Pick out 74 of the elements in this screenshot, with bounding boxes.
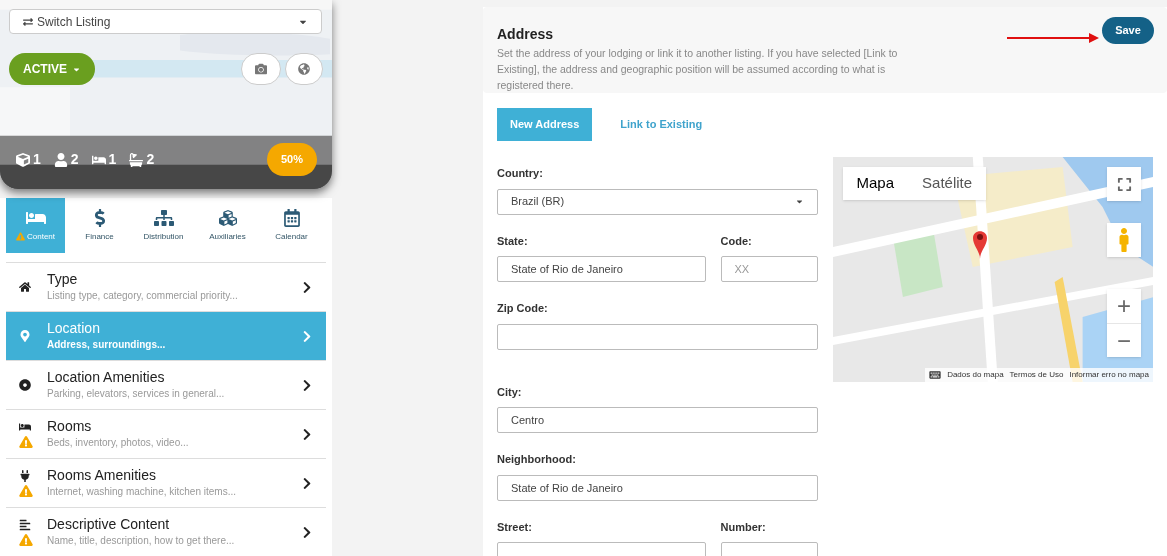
globe-icon [298, 63, 310, 75]
stat-count: 1 [33, 150, 41, 169]
chevron-icon [302, 427, 312, 441]
field-label: State: [497, 233, 529, 249]
field-label: Country: [497, 166, 544, 181]
keyboard-icon [929, 370, 942, 380]
plug-icon [19, 469, 31, 482]
home-icon [19, 281, 31, 293]
warning-icon [19, 435, 33, 448]
input-field[interactable]: State of Rio de Janeiro [497, 256, 706, 282]
menu-item-title: Type [47, 271, 79, 288]
caret-icon [794, 197, 804, 206]
field-label: Neighborhood: [497, 452, 577, 467]
arrow-icon [1007, 33, 1099, 43]
field-label: Street: [497, 519, 533, 535]
stat-count: 2 [70, 150, 79, 169]
text-lines-icon [19, 518, 31, 531]
stat-count: 2 [146, 150, 155, 169]
bathtub-icon [129, 152, 144, 167]
input-field[interactable]: State of Rio de Janeiro [497, 474, 818, 501]
map-pin-icon [971, 229, 988, 259]
person-icon [53, 152, 68, 167]
save-button[interactable]: Save [1102, 17, 1154, 44]
menu-item-subtitle: Beds, inventory, photos, video... [47, 436, 189, 450]
chevron-icon [302, 476, 312, 490]
input-field[interactable]: Centro [497, 407, 818, 433]
field-label: Zip Code: [497, 301, 549, 316]
zoom-out-button[interactable]: − [1107, 323, 1141, 357]
field-label: Code: [720, 233, 753, 249]
map-footer-link[interactable]: Dados do mapa [947, 369, 1004, 381]
chevron-icon [302, 280, 312, 294]
warning-icon [19, 484, 33, 497]
switch-listing-label: Switch Listing [37, 13, 111, 31]
map-footer-link[interactable]: Informar erro no mapa [1069, 369, 1149, 381]
field-label: City: [497, 384, 523, 400]
camera-icon [255, 63, 267, 75]
cube-icon [16, 152, 30, 167]
map-type-button[interactable]: Mapa [842, 167, 909, 200]
warning-icon [19, 533, 33, 546]
menu-item-title: Rooms [47, 418, 93, 435]
swap-icon [23, 16, 33, 27]
cubes-icon [217, 208, 238, 227]
target-icon [19, 379, 31, 391]
street-view-button[interactable] [1107, 223, 1141, 257]
menu-item-title: Location [47, 320, 101, 337]
pin-icon [19, 330, 31, 342]
header-title: Address [497, 25, 555, 44]
menu-item-subtitle: Name, title, description, how to get there... [47, 534, 235, 548]
field-label: Number: [720, 519, 767, 535]
calendar-icon [281, 208, 302, 227]
chevron-icon [302, 525, 312, 539]
fullscreen-button[interactable] [1107, 167, 1141, 201]
zoom-in-button[interactable]: + [1107, 289, 1141, 323]
menu-item-subtitle: Address, surroundings... [47, 338, 166, 352]
chevron-icon [302, 329, 312, 343]
switch-listing-dropdown[interactable]: Switch Listing [9, 9, 322, 34]
sitemap-icon [153, 208, 174, 227]
stat-count: 1 [108, 150, 117, 169]
menu-item-title: Descriptive Content [47, 516, 171, 533]
input-field[interactable] [497, 323, 818, 350]
warning-icon [16, 232, 25, 241]
bed-icon [19, 420, 31, 433]
menu-item-title: Rooms Amenities [47, 467, 157, 484]
map-footer-link[interactable]: Termos de Uso [1009, 369, 1064, 381]
menu-item-subtitle: Internet, washing machine, kitchen items... [47, 485, 236, 499]
menu-item-title: Location Amenities [47, 369, 166, 386]
map-type-button[interactable]: Satélite [908, 167, 987, 200]
fullscreen-icon [1116, 176, 1132, 192]
menu-item-subtitle: Parking, elevators, services in general... [47, 387, 225, 401]
input-field[interactable]: XX [720, 256, 818, 282]
chevron-icon [302, 378, 312, 392]
menu-item-subtitle: Listing type, category, commercial priority... [47, 289, 238, 303]
header-description: Set the address of your lodging or link it to another listing. If you have selected [Link to Existing], the address and geographic position will be assumed according to what is registered there. [497, 46, 899, 93]
country-select[interactable]: Brazil (BR) [497, 188, 818, 215]
